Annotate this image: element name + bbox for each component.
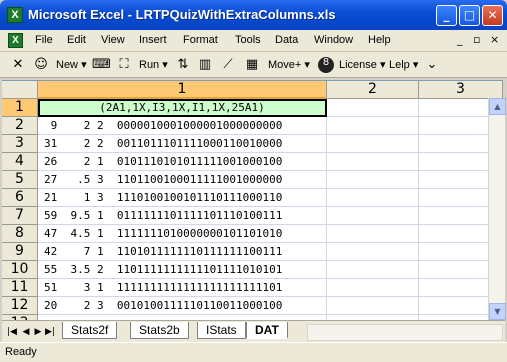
maximize-button[interactable]: □: [459, 5, 480, 26]
line-chart-icon[interactable]: ⟋: [220, 57, 236, 73]
license-icon[interactable]: 8: [318, 57, 334, 73]
empty-cell[interactable]: [327, 207, 419, 225]
data-cell[interactable]: 26 2 1 0101110101011111001000100: [38, 153, 327, 171]
data-cell[interactable]: 27 .5 3 1101100100011111001000000: [38, 171, 327, 189]
data-cell[interactable]: 9 2 2 0000010001000001000000000: [38, 117, 327, 135]
tab-istats[interactable]: IStats: [197, 322, 246, 339]
row-header-11[interactable]: 11: [2, 279, 38, 297]
excel-app-icon: X: [7, 7, 23, 23]
empty-cell[interactable]: [327, 99, 419, 117]
menu-help[interactable]: Help: [368, 34, 391, 46]
row-header-4[interactable]: 4: [2, 153, 38, 171]
minimize-button[interactable]: _: [436, 5, 457, 26]
move-button[interactable]: Move+ ▾: [268, 56, 310, 74]
menu-insert[interactable]: Insert: [139, 34, 167, 46]
doc-close-button[interactable]: ×: [490, 33, 499, 46]
smiley-icon[interactable]: ☺: [33, 57, 49, 73]
row-header-1[interactable]: 1: [2, 99, 38, 117]
row-header-8[interactable]: 8: [2, 225, 38, 243]
select-all-corner[interactable]: [2, 81, 38, 99]
menu-bar: X File Edit View Insert Format Tools Dat…: [0, 30, 507, 52]
sheet-tab-bar: |◀ ◀ ▶ ▶| Stats2f Stats2b IStats DAT: [2, 320, 505, 342]
row-header-10[interactable]: 10: [2, 261, 38, 279]
status-text: Ready: [5, 346, 37, 358]
run-button[interactable]: Run ▾: [139, 56, 168, 74]
doc-restore-button[interactable]: ▫: [473, 33, 480, 46]
next-sheet-icon[interactable]: ▶: [32, 325, 44, 339]
license-button[interactable]: License ▾: [339, 56, 386, 74]
menu-edit[interactable]: Edit: [67, 34, 86, 46]
empty-cell[interactable]: [327, 279, 419, 297]
data-cell[interactable]: 42 7 1 1101011111110111111100111: [38, 243, 327, 261]
new-label: New: [56, 59, 79, 71]
row-header-7[interactable]: 7: [2, 207, 38, 225]
menu-data[interactable]: Data: [275, 34, 298, 46]
spreadsheet-grid: 1 2 3 1 (2A1,1X,I3,1X,I1,1X,25A1) 2 9 2 2 …: [2, 80, 503, 320]
tab-stats2b[interactable]: Stats2b: [130, 322, 189, 339]
license-label: License: [339, 59, 377, 71]
row-header-12[interactable]: 12: [2, 297, 38, 315]
data-cell[interactable]: 31 2 2 0011011101111000110010000: [38, 135, 327, 153]
toolbar: ✕ ☺ New ▾ ⌨ ⛶ Run ▾ ⇅ ▥ ⟋ ▦ Move+ ▾ 8 Li…: [0, 52, 507, 78]
scroll-down-icon[interactable]: ▼: [489, 303, 506, 320]
menu-format[interactable]: Format: [183, 34, 218, 46]
empty-cell[interactable]: [327, 135, 419, 153]
cut-icon[interactable]: ✕: [10, 57, 26, 73]
empty-cell[interactable]: [327, 117, 419, 135]
empty-cell[interactable]: [327, 243, 419, 261]
lelp-label: Lelp: [389, 59, 410, 71]
row-header-2[interactable]: 2: [2, 117, 38, 135]
row-header-3[interactable]: 3: [2, 135, 38, 153]
data-cell[interactable]: 55 3.5 2 1101111111111101111010101: [38, 261, 327, 279]
column-header-2[interactable]: 2: [327, 81, 419, 99]
empty-cell[interactable]: [327, 189, 419, 207]
row-header-6[interactable]: 6: [2, 189, 38, 207]
menu-view[interactable]: View: [101, 34, 125, 46]
lelp-button[interactable]: Lelp ▾: [389, 56, 418, 74]
column-header-3[interactable]: 3: [419, 81, 503, 99]
prev-sheet-icon[interactable]: ◀: [20, 325, 32, 339]
empty-cell[interactable]: [327, 225, 419, 243]
status-bar: Ready: [0, 342, 507, 362]
new-button[interactable]: New ▾: [56, 56, 87, 74]
row-header-5[interactable]: 5: [2, 171, 38, 189]
doc-minimize-button[interactable]: _: [457, 33, 463, 46]
bar-chart-icon[interactable]: ▥: [197, 57, 213, 73]
menu-file[interactable]: File: [35, 34, 53, 46]
title-bar: X Microsoft Excel - LRTPQuizWithExtraCol…: [0, 0, 507, 30]
move-label: Move+: [268, 59, 302, 71]
network-icon[interactable]: ⛶: [116, 57, 132, 73]
data-cell[interactable]: 21 1 3 1110100100101110111000110: [38, 189, 327, 207]
workbook-icon[interactable]: X: [8, 33, 23, 48]
data-cell[interactable]: 51 3 1 1111111111111111111111101: [38, 279, 327, 297]
column-header-1[interactable]: 1: [38, 81, 327, 99]
histogram-icon[interactable]: ▦: [244, 57, 260, 73]
tab-stats2f[interactable]: Stats2f: [62, 322, 118, 339]
row-header-9[interactable]: 9: [2, 243, 38, 261]
last-sheet-icon[interactable]: ▶|: [44, 325, 56, 339]
data-cell[interactable]: 47 4.5 1 1111111010000000101101010: [38, 225, 327, 243]
tab-dat[interactable]: DAT: [246, 322, 288, 339]
scroll-up-icon[interactable]: ▲: [489, 98, 506, 115]
menu-window[interactable]: Window: [314, 34, 353, 46]
close-button[interactable]: ✕: [482, 5, 503, 26]
run-label: Run: [139, 59, 160, 71]
data-cell[interactable]: 20 2 3 0010100111110110011000100: [38, 297, 327, 315]
empty-cell[interactable]: [327, 153, 419, 171]
horizontal-scrollbar[interactable]: [307, 324, 503, 341]
data-cell[interactable]: 59 9.5 1 0111111101111101110100111: [38, 207, 327, 225]
sort-icon[interactable]: ⇅: [175, 57, 191, 73]
empty-cell[interactable]: [327, 297, 419, 315]
menu-tools[interactable]: Tools: [235, 34, 261, 46]
first-sheet-icon[interactable]: |◀: [6, 325, 18, 339]
toolbar-options-icon[interactable]: ⌄: [424, 57, 440, 73]
active-cell[interactable]: (2A1,1X,I3,1X,I1,1X,25A1): [38, 99, 327, 117]
window-title: Microsoft Excel - LRTPQuizWithExtraColum…: [28, 7, 336, 22]
vertical-scrollbar[interactable]: ▲ ▼: [488, 98, 506, 320]
keyboard-icon[interactable]: ⌨: [92, 57, 111, 73]
empty-cell[interactable]: [327, 261, 419, 279]
empty-cell[interactable]: [327, 171, 419, 189]
